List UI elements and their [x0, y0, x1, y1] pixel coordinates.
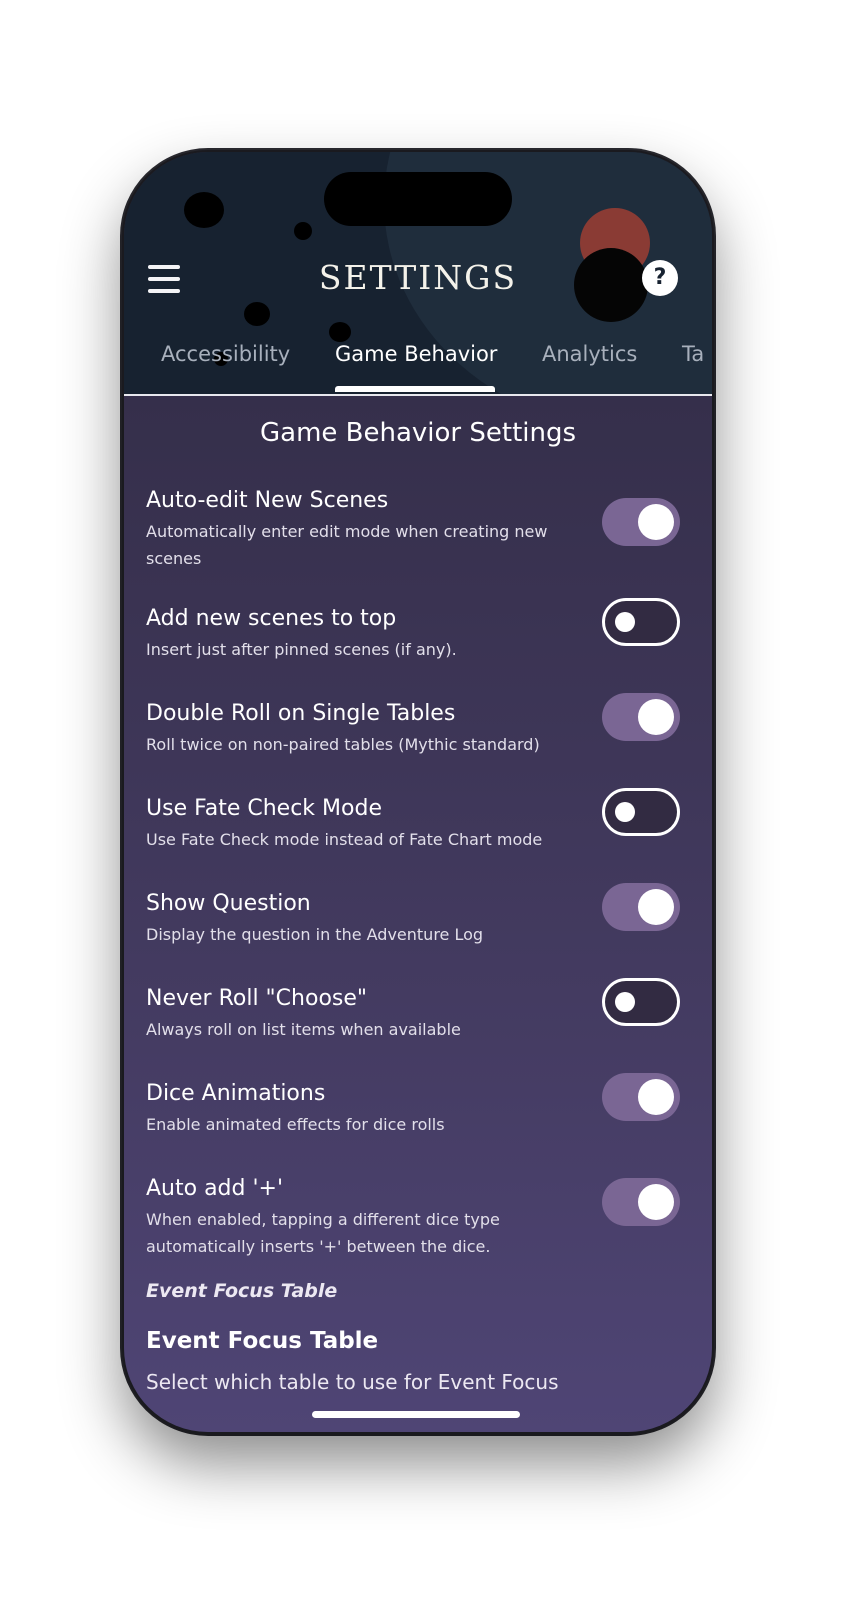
event-focus-description: Select which table to use for Event Focu… — [146, 1370, 559, 1394]
setting-auto-edit-new-scenes: Auto-edit New Scenes Automatically enter… — [146, 486, 680, 572]
setting-label: Show Question — [146, 891, 311, 916]
setting-description: Always roll on list items when available — [146, 1020, 461, 1039]
setting-label: Auto add '+' — [146, 1176, 284, 1201]
help-button[interactable]: ? — [642, 260, 678, 296]
setting-label: Auto-edit New Scenes — [146, 488, 389, 513]
tab-bar: Accessibility Game Behavior Analytics Ta — [124, 338, 712, 394]
home-indicator[interactable] — [312, 1411, 520, 1418]
section-title: Game Behavior Settings — [259, 418, 577, 448]
setting-label: Dice Animations — [146, 1081, 326, 1106]
toggle-add-new-scenes-to-top[interactable] — [602, 598, 680, 646]
setting-add-new-scenes-to-top: Add new scenes to top Insert just after … — [146, 598, 680, 663]
setting-label: Use Fate Check Mode — [146, 796, 382, 821]
tab-analytics[interactable]: Analytics — [542, 342, 637, 366]
event-focus-title: Event Focus Table — [146, 1328, 379, 1354]
header-art-splatter-3 — [294, 222, 312, 240]
toggle-never-roll-choose[interactable] — [602, 978, 680, 1026]
setting-description: Roll twice on non-paired tables (Mythic … — [146, 735, 540, 754]
toggle-knob — [615, 992, 635, 1012]
toggle-knob — [615, 612, 635, 632]
toggle-knob — [638, 699, 674, 735]
setting-description: Display the question in the Adventure Lo… — [146, 925, 484, 944]
setting-description: Automatically enter edit mode when creat… — [146, 522, 548, 568]
setting-label: Double Roll on Single Tables — [146, 701, 456, 726]
setting-label: Never Roll "Choose" — [146, 986, 368, 1011]
setting-description: Insert just after pinned scenes (if any)… — [146, 640, 457, 659]
setting-use-fate-check-mode: Use Fate Check Mode Use Fate Check mode … — [146, 788, 680, 853]
header: SETTINGS ? Accessibility Game Behavior A… — [124, 152, 712, 396]
setting-dice-animations: Dice Animations Enable animated effects … — [146, 1073, 680, 1138]
setting-show-question: Show Question Display the question in th… — [146, 883, 680, 948]
toggle-show-question[interactable] — [602, 883, 680, 931]
tab-game-behavior[interactable]: Game Behavior — [335, 342, 497, 366]
toggle-dice-animations[interactable] — [602, 1073, 680, 1121]
toggle-double-roll-single-tables[interactable] — [602, 693, 680, 741]
setting-never-roll-choose: Never Roll "Choose" Always roll on list … — [146, 978, 680, 1043]
dynamic-island — [324, 172, 512, 226]
active-tab-indicator — [335, 386, 495, 392]
app-screen: SETTINGS ? Accessibility Game Behavior A… — [124, 152, 712, 1432]
setting-description: When enabled, tapping a different dice t… — [146, 1210, 500, 1256]
setting-description: Enable animated effects for dice rolls — [146, 1115, 445, 1134]
setting-auto-add-plus: Auto add '+' When enabled, tapping a dif… — [146, 1174, 680, 1260]
toggle-knob — [638, 504, 674, 540]
toggle-knob — [638, 1079, 674, 1115]
page-title: SETTINGS — [318, 258, 518, 297]
event-focus-subheader: Event Focus Table — [146, 1280, 338, 1302]
phone-frame: SETTINGS ? Accessibility Game Behavior A… — [122, 150, 714, 1434]
toggle-use-fate-check-mode[interactable] — [602, 788, 680, 836]
toggle-knob — [638, 889, 674, 925]
tab-accessibility[interactable]: Accessibility — [161, 342, 290, 366]
toggle-auto-edit-new-scenes[interactable] — [602, 498, 680, 546]
toggle-knob — [638, 1184, 674, 1220]
tab-more[interactable]: Ta — [682, 342, 704, 366]
setting-label: Add new scenes to top — [146, 606, 397, 631]
header-art-splatter-2 — [244, 302, 270, 326]
header-art-splatter-1 — [184, 192, 224, 228]
setting-description: Use Fate Check mode instead of Fate Char… — [146, 830, 543, 849]
toggle-knob — [615, 802, 635, 822]
setting-double-roll-single-tables: Double Roll on Single Tables Roll twice … — [146, 693, 680, 758]
settings-content: Game Behavior Settings Auto-edit New Sce… — [124, 396, 712, 1432]
toggle-auto-add-plus[interactable] — [602, 1178, 680, 1226]
